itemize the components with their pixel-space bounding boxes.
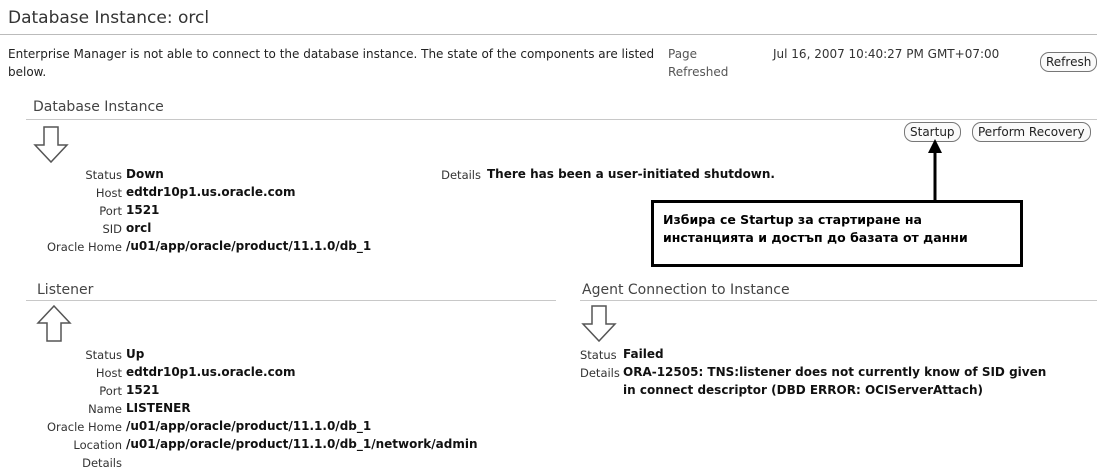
page-title: Database Instance: orcl <box>8 8 210 28</box>
title-divider <box>0 34 1097 35</box>
agent-details-label: Details <box>580 366 620 380</box>
database-instance-divider <box>26 119 1097 120</box>
db-oracle-home-value: /u01/app/oracle/product/11.1.0/db_1 <box>126 239 372 253</box>
listener-port-label: Port <box>99 384 122 398</box>
perform-recovery-button[interactable]: Perform Recovery <box>972 122 1091 142</box>
db-status-value: Down <box>126 167 164 181</box>
listener-status-value: Up <box>126 347 145 361</box>
agent-details-value-line2: in connect descriptor (DBD ERROR: OCISer… <box>623 383 983 397</box>
db-port-value: 1521 <box>126 203 160 217</box>
pointer-arrow-icon <box>928 139 942 200</box>
page-refreshed-value: Jul 16, 2007 10:40:27 PM GMT+07:00 <box>773 47 1000 61</box>
refresh-button[interactable]: Refresh <box>1040 52 1097 72</box>
listener-oracle-home-value: /u01/app/oracle/product/11.1.0/db_1 <box>126 419 372 433</box>
agent-connection-heading: Agent Connection to Instance <box>582 282 790 298</box>
agent-details-value-line1: ORA-12505: TNS:listener does not current… <box>623 365 1047 379</box>
page-refreshed-label: Page Refreshed <box>668 47 729 79</box>
annotation-callout: Избира се Startup за стартиране на инста… <box>651 200 1023 267</box>
listener-port-value: 1521 <box>126 383 160 397</box>
listener-details-label: Details <box>82 456 122 470</box>
listener-name-label: Name <box>88 402 122 416</box>
db-oracle-home-label: Oracle Home <box>46 240 122 254</box>
db-status-label: Status <box>85 168 122 182</box>
database-instance-heading: Database Instance <box>33 99 164 115</box>
listener-status-label: Status <box>85 348 122 362</box>
db-host-value: edtdr10p1.us.oracle.com <box>126 185 296 199</box>
listener-oracle-home-label: Oracle Home <box>46 420 122 434</box>
db-details-value: There has been a user-initiated shutdown… <box>487 167 775 181</box>
listener-location-value: /u01/app/oracle/product/11.1.0/db_1/netw… <box>126 437 478 451</box>
db-sid-label: SID <box>102 222 122 236</box>
listener-host-label: Host <box>95 366 122 380</box>
listener-location-label: Location <box>73 438 122 452</box>
db-details-label: Details <box>441 168 481 182</box>
listener-host-value: edtdr10p1.us.oracle.com <box>126 365 296 379</box>
status-message: Enterprise Manager is not able to connec… <box>8 47 655 79</box>
listener-name-value: LISTENER <box>126 401 191 415</box>
agent-connection-divider <box>580 300 1097 301</box>
listener-divider <box>26 300 556 301</box>
down-arrow-icon <box>581 305 617 343</box>
up-arrow-icon <box>36 304 72 342</box>
agent-status-label: Status <box>580 348 617 362</box>
db-port-label: Port <box>99 204 122 218</box>
listener-heading: Listener <box>37 282 94 298</box>
db-sid-value: orcl <box>126 221 152 235</box>
db-host-label: Host <box>95 186 122 200</box>
agent-status-value: Failed <box>623 347 664 361</box>
down-arrow-icon <box>33 126 69 164</box>
